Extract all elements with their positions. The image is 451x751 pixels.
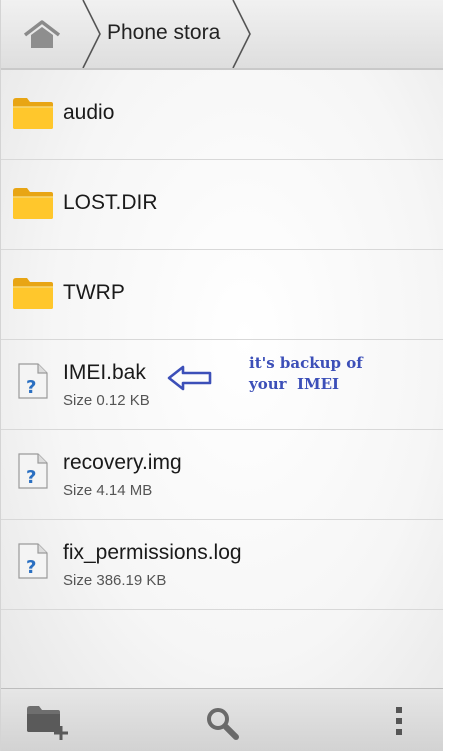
breadcrumb-separator-icon	[82, 0, 101, 68]
home-icon	[23, 20, 61, 48]
new-folder-button[interactable]	[6, 689, 86, 751]
search-icon	[207, 708, 239, 740]
breadcrumb-phone-storage[interactable]: Phone stora	[107, 21, 220, 45]
folder-name: LOST.DIR	[63, 191, 158, 214]
file-name: recovery.img	[63, 451, 182, 474]
file-list: audio LOST.DIR TWRP ? IMEI.bak Size 0.12…	[1, 70, 444, 610]
folder-icon	[13, 188, 53, 219]
file-size: Size 386.19 KB	[63, 572, 167, 589]
annotation-note: it's backup of your IMEI	[249, 353, 419, 395]
breadcrumb-bar: Phone stora	[1, 0, 444, 70]
list-item-folder[interactable]: TWRP	[1, 250, 444, 340]
overflow-menu-icon	[396, 707, 402, 735]
unknown-file-icon: ?	[18, 543, 48, 579]
file-size: Size 0.12 KB	[63, 392, 150, 409]
breadcrumb-end-icon	[232, 0, 251, 68]
svg-text:?: ?	[26, 467, 36, 488]
file-name: fix_permissions.log	[63, 541, 242, 564]
file-size: Size 4.14 MB	[63, 482, 153, 499]
unknown-file-icon: ?	[18, 363, 48, 399]
list-item-folder[interactable]: audio	[1, 70, 444, 160]
bottom-toolbar	[1, 688, 444, 751]
screen-edge	[443, 0, 451, 751]
annotation-line-1: it's backup of	[249, 354, 363, 372]
list-item-file[interactable]: ? recovery.img Size 4.14 MB	[1, 430, 444, 520]
new-folder-icon	[27, 706, 68, 740]
folder-icon	[13, 98, 53, 129]
list-item-folder[interactable]: LOST.DIR	[1, 160, 444, 250]
file-manager-screen: Phone stora audio LOST.DIR TWRP ? IMEI.b…	[0, 0, 444, 751]
overflow-menu-button[interactable]	[361, 689, 441, 751]
home-button[interactable]	[1, 0, 83, 68]
list-item-file[interactable]: ? fix_permissions.log Size 386.19 KB	[1, 520, 444, 610]
search-button[interactable]	[183, 689, 263, 751]
unknown-file-icon: ?	[18, 453, 48, 489]
folder-icon	[13, 278, 53, 309]
folder-name: audio	[63, 101, 115, 124]
svg-text:?: ?	[26, 377, 36, 398]
folder-name: TWRP	[63, 281, 125, 304]
svg-text:?: ?	[26, 557, 36, 578]
annotation-line-2: your IMEI	[249, 375, 340, 393]
left-arrow-icon	[167, 365, 212, 391]
file-name: IMEI.bak	[63, 361, 146, 384]
